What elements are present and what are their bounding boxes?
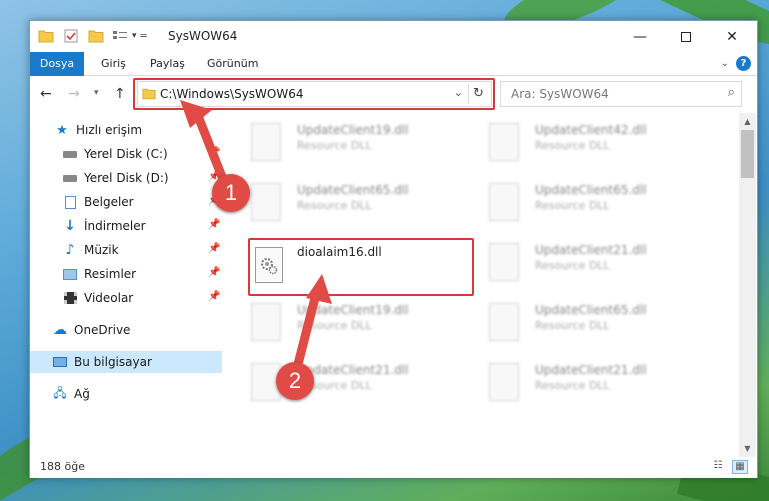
- arrowhead-2: [306, 274, 332, 304]
- callout-badge-1: 1: [212, 174, 250, 212]
- callout-badge-2: 2: [276, 362, 314, 400]
- arrow-2: [291, 289, 321, 377]
- arrowhead-1: [180, 100, 212, 128]
- annotation-arrows: [180, 100, 332, 377]
